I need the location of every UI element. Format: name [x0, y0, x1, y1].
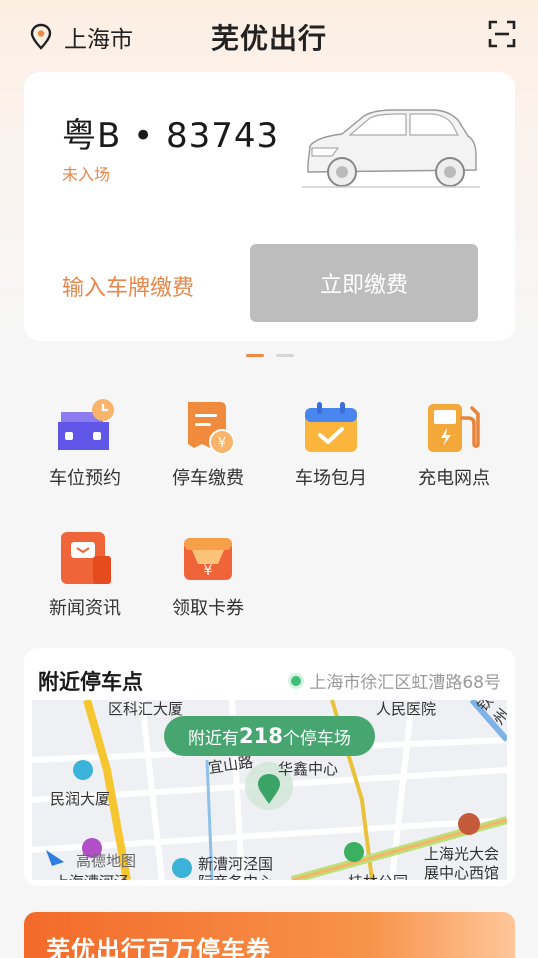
map-label: 上海漕河泾	[54, 871, 129, 880]
license-plate: 粤B • 83743	[62, 116, 280, 156]
carousel-indicator	[246, 354, 294, 357]
map-label: 区科汇大厦	[108, 700, 184, 718]
menu-label: 停车缴费	[172, 468, 244, 489]
map-label: 展中心西馆	[424, 864, 500, 880]
map-label: 际商务中心	[198, 871, 273, 880]
svg-text:¥: ¥	[204, 563, 213, 579]
count-suffix: 个停车场	[282, 728, 351, 749]
vehicle-card: 粤B • 83743 未入场 输入车牌缴费 立即缴费	[24, 72, 515, 341]
map-logo: 高德地图	[76, 852, 137, 870]
monthly-calendar-icon	[305, 402, 357, 452]
coupon-icon: ¥	[184, 538, 232, 580]
news-icon	[61, 532, 111, 584]
map-view[interactable]: 区科汇大厦 人民医院 钦州路 宜山路 华鑫中心 民润大厦 高德地图 新漕河泾国 …	[32, 700, 507, 880]
address-text: 上海市徐汇区虹漕路68号	[309, 673, 501, 693]
charging-station-icon	[428, 404, 480, 452]
page-title: 芜优出行	[210, 22, 327, 55]
menu-label: 车场包月	[295, 468, 367, 489]
parking-reserve-icon	[58, 399, 114, 450]
map-label: 民润大厦	[50, 790, 111, 808]
menu-parking-reserve[interactable]: 车位预约	[30, 398, 140, 490]
parking-status: 未入场	[62, 165, 111, 184]
menu-coupon[interactable]: ¥ 领取卡券	[153, 528, 263, 620]
nearby-count-pill[interactable]: 附近有 218 个停车场	[164, 716, 375, 756]
parking-pay-icon: ¥	[188, 402, 235, 455]
menu-label: 新闻资讯	[49, 598, 121, 619]
promo-banner-text: 芜优出行百万停车券	[46, 936, 271, 958]
menu-label: 车位预约	[49, 468, 121, 489]
map-label: 人民医院	[376, 700, 437, 718]
menu-label: 充电网点	[418, 468, 490, 489]
carousel-dot-active	[246, 354, 264, 357]
map-label: 桂林公园	[348, 871, 408, 880]
current-address[interactable]: 上海市徐汇区虹漕路68号	[291, 668, 501, 693]
menu-charging[interactable]: 充电网点	[399, 398, 509, 490]
count-prefix: 附近有	[188, 728, 239, 749]
promo-banner[interactable]: 芜优出行百万停车券	[24, 912, 515, 958]
header: 上海市 芜优出行	[0, 0, 538, 70]
carousel-dot	[276, 354, 294, 357]
section-title: 附近停车点	[38, 670, 143, 694]
input-plate-link[interactable]: 输入车牌缴费	[62, 270, 194, 302]
parking-count: 218	[239, 724, 283, 748]
location-dot-icon	[291, 675, 302, 686]
map-label: 华鑫中心	[278, 760, 339, 778]
map-label: 上海光大会	[424, 845, 500, 863]
pay-now-button[interactable]: 立即缴费	[250, 244, 478, 322]
car-illustration	[302, 109, 480, 188]
menu-label: 领取卡券	[172, 598, 244, 619]
menu-parking-pay[interactable]: ¥ 停车缴费	[153, 398, 263, 490]
svg-text:¥: ¥	[218, 436, 226, 451]
menu-news[interactable]: 新闻资讯	[30, 528, 140, 620]
nearby-parking-card: 附近停车点 上海市徐汇区虹漕路68号 区科汇大厦 人民医院 钦州路 宜山路 华鑫…	[24, 648, 515, 886]
menu-monthly[interactable]: 车场包月	[276, 398, 386, 490]
scan-icon[interactable]	[488, 20, 516, 48]
